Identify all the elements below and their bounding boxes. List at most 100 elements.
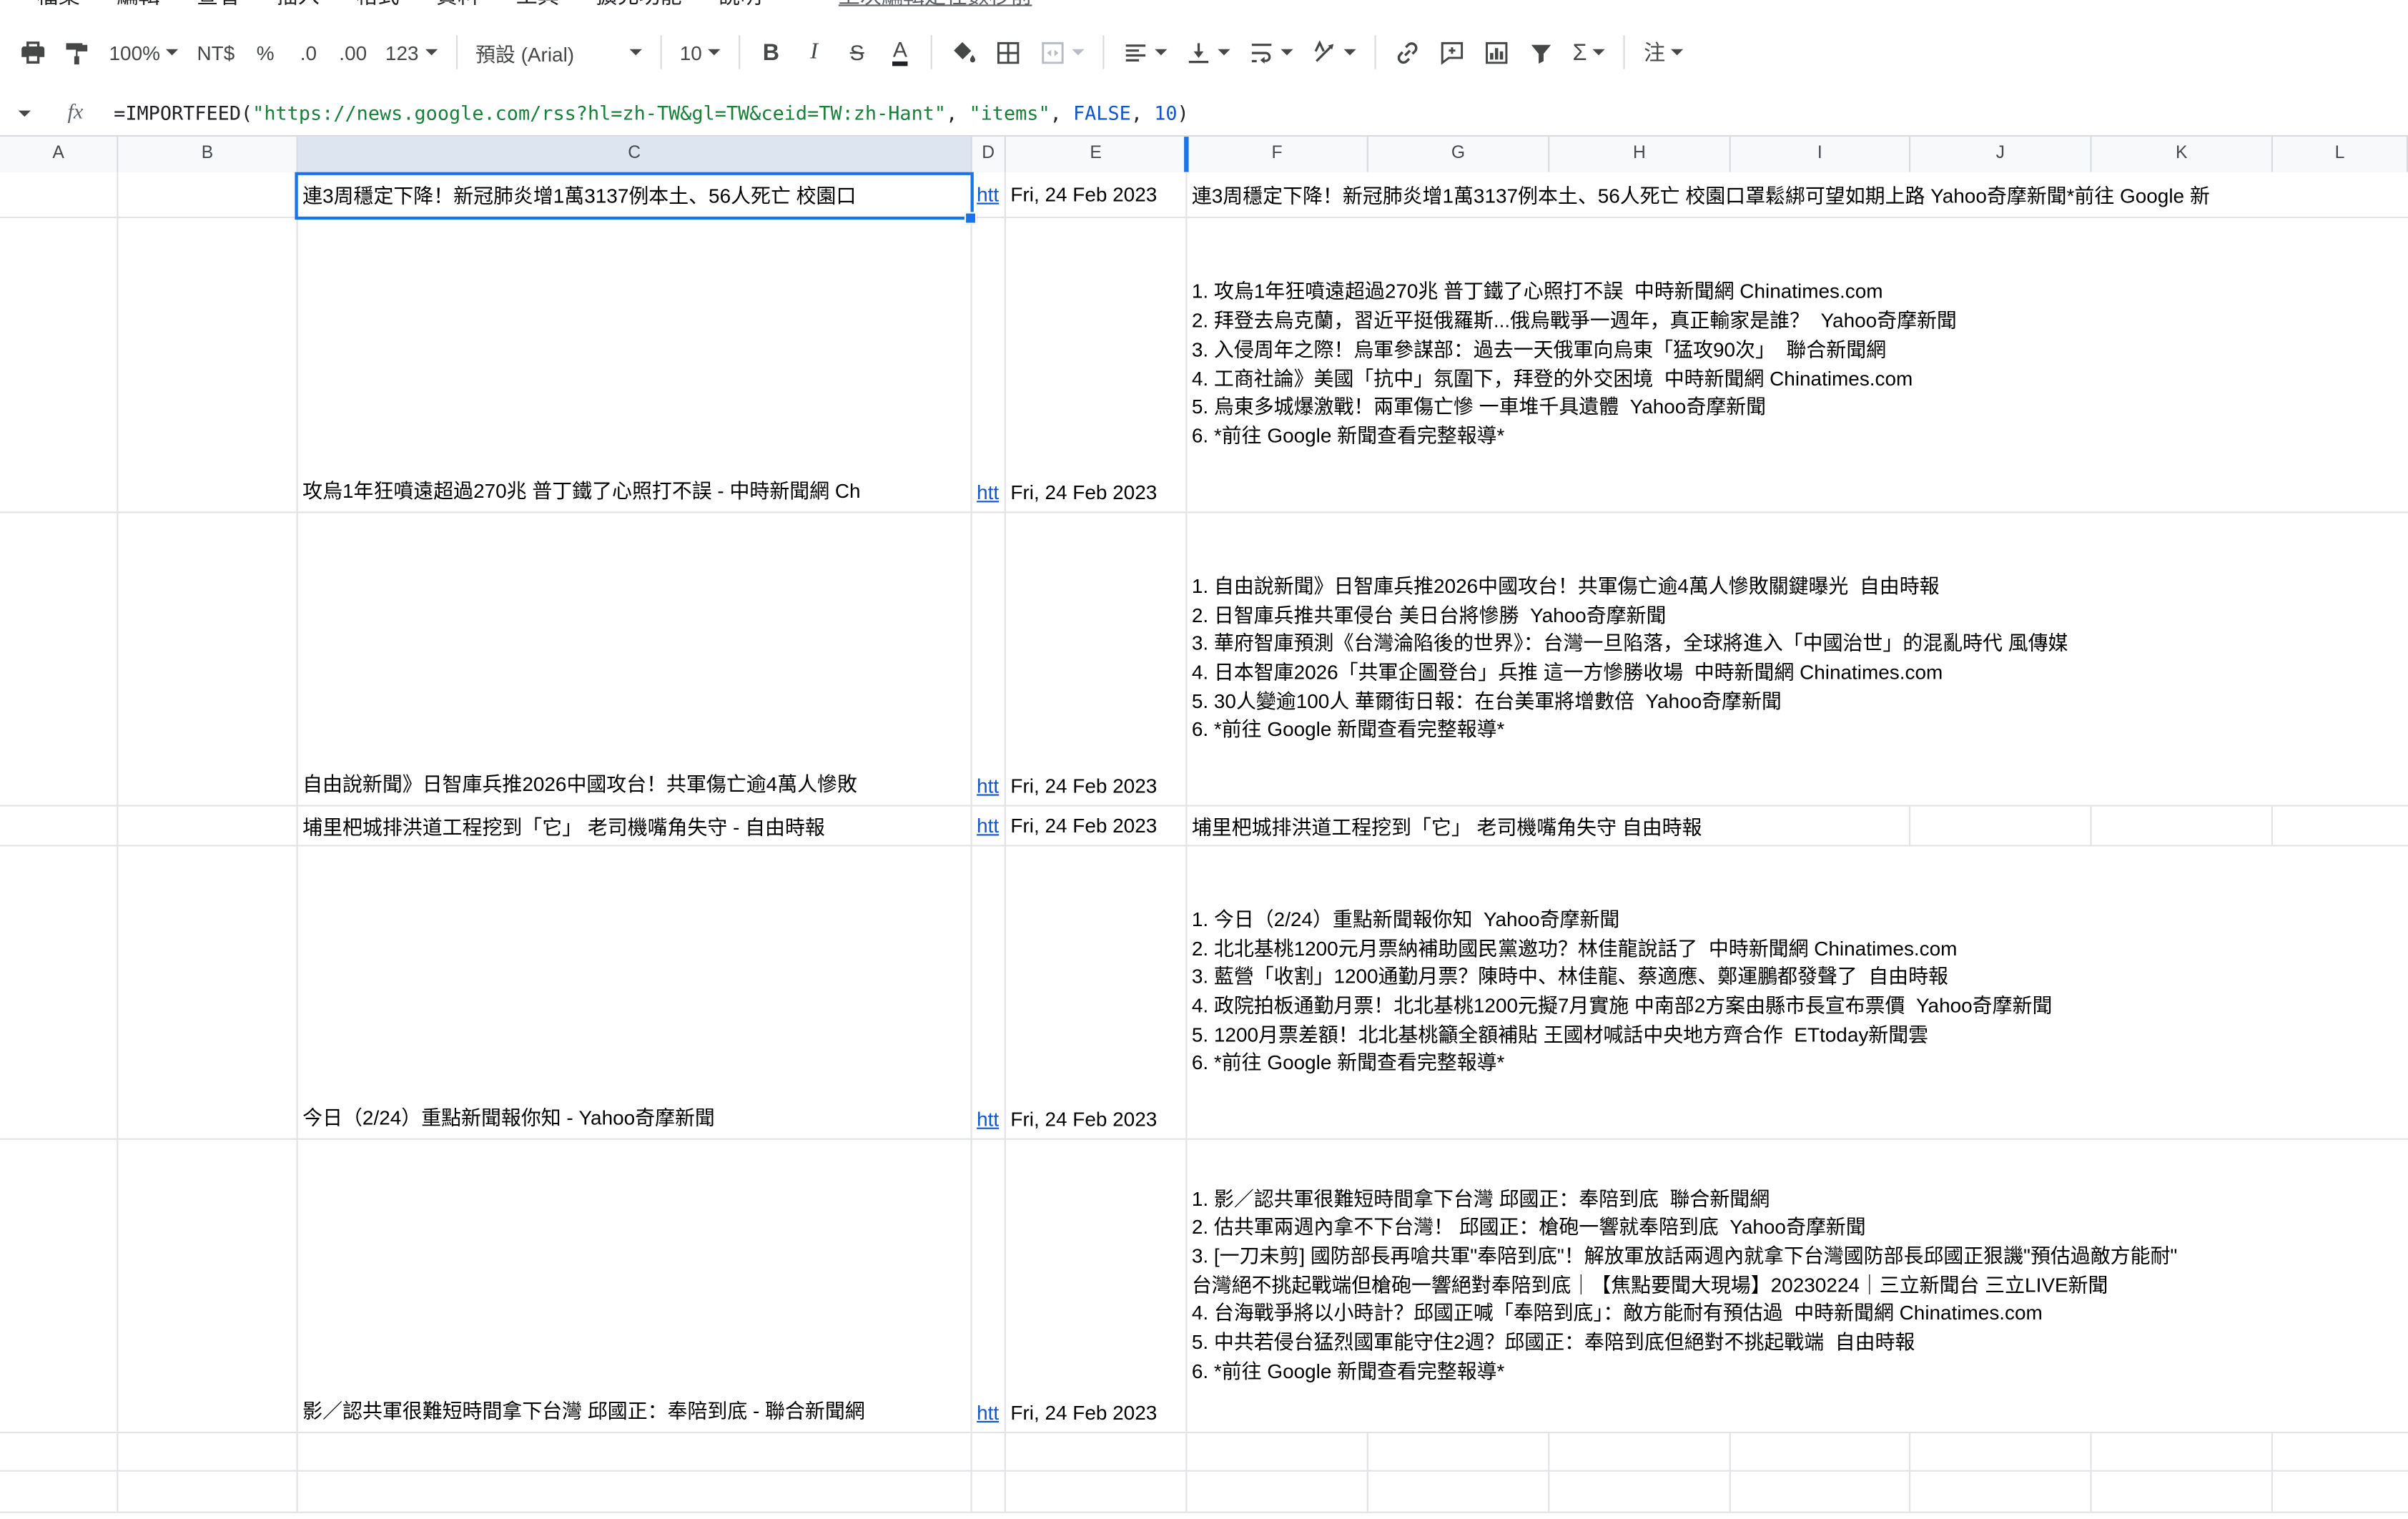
column-header-b[interactable]: B: [118, 137, 297, 172]
column-header-j[interactable]: J: [1910, 137, 2091, 172]
increase-decimals-button[interactable]: .00: [332, 29, 375, 75]
borders-button[interactable]: [987, 29, 1029, 75]
cell-D3[interactable]: htt: [972, 513, 1006, 805]
cell-D4[interactable]: htt: [972, 807, 1006, 845]
cell-B5[interactable]: [118, 847, 297, 1139]
fill-color-button[interactable]: [943, 29, 985, 75]
cell-A4[interactable]: [0, 807, 118, 845]
cell-F8[interactable]: [1187, 1472, 1368, 1512]
insert-chart-button[interactable]: [1476, 29, 1517, 75]
zoom-select[interactable]: 100%: [102, 29, 187, 75]
cell-D7[interactable]: [972, 1433, 1006, 1470]
column-header-d[interactable]: D: [972, 137, 1006, 172]
functions-button[interactable]: Σ: [1565, 29, 1613, 75]
cell-A7[interactable]: [0, 1433, 118, 1470]
text-color-button[interactable]: A: [880, 29, 920, 75]
paint-format-button[interactable]: [56, 29, 98, 75]
vertical-align-button[interactable]: [1178, 29, 1238, 75]
cell-E8[interactable]: [1006, 1472, 1187, 1512]
cell-B8[interactable]: [118, 1472, 297, 1512]
cell-B7[interactable]: [118, 1433, 297, 1470]
cell-C2[interactable]: 攻烏1年狂噴遠超過270兆 普丁鐵了心照打不誤 - 中時新聞網 Ch: [298, 218, 972, 511]
italic-button[interactable]: I: [794, 29, 834, 75]
column-header-k[interactable]: K: [2092, 137, 2273, 172]
decrease-decimals-button[interactable]: .0: [288, 29, 328, 75]
menu-edit[interactable]: 編輯: [117, 0, 159, 12]
column-header-c[interactable]: C: [298, 137, 972, 172]
formula-input[interactable]: =IMPORTFEED("https://news.google.com/rss…: [114, 102, 1189, 124]
menu-data[interactable]: 資料: [436, 0, 479, 12]
cell-A2[interactable]: [0, 218, 118, 511]
cell-F1[interactable]: 連3周穩定下降！新冠肺炎增1萬3137例本土、56人死亡 校園口罩鬆綁可望如期上…: [1187, 172, 2408, 217]
cell-B1[interactable]: [118, 172, 297, 217]
cell-F4[interactable]: 埔里杷城排洪道工程挖到「它」 老司機嘴角失守 自由時報: [1187, 807, 1910, 845]
cell-E6[interactable]: Fri, 24 Feb 2023: [1006, 1140, 1187, 1432]
input-tools-button[interactable]: 注: [1636, 29, 1691, 75]
column-header-g[interactable]: G: [1368, 137, 1549, 172]
cell-C8[interactable]: [298, 1472, 972, 1512]
cell-A8[interactable]: [0, 1472, 118, 1512]
menu-view[interactable]: 查看: [197, 0, 240, 12]
fill-handle[interactable]: [964, 212, 977, 224]
cell-C6[interactable]: 影／認共軍很難短時間拿下台灣 邱國正：奉陪到底 - 聯合新聞網: [298, 1140, 972, 1432]
cell-K4[interactable]: [2092, 807, 2273, 845]
cell-C5[interactable]: 今日（2/24）重點新聞報你知 - Yahoo奇摩新聞: [298, 847, 972, 1139]
cell-F2[interactable]: 1. 攻烏1年狂噴遠超過270兆 普丁鐵了心照打不誤 中時新聞網 Chinati…: [1187, 218, 2408, 511]
horizontal-align-button[interactable]: [1115, 29, 1175, 75]
cell-B3[interactable]: [118, 513, 297, 805]
cell-L7[interactable]: [2273, 1433, 2408, 1470]
cell-L8[interactable]: [2273, 1472, 2408, 1512]
bold-button[interactable]: B: [751, 29, 791, 75]
last-edit-link[interactable]: 上次編輯是在數秒前: [839, 0, 1032, 12]
column-header-h[interactable]: H: [1549, 137, 1730, 172]
name-box[interactable]: [0, 110, 49, 117]
more-formats-button[interactable]: 123: [378, 29, 445, 75]
merge-cells-button[interactable]: [1032, 29, 1092, 75]
menu-help[interactable]: 說明: [719, 0, 761, 12]
cell-J8[interactable]: [1910, 1472, 2091, 1512]
cell-J4[interactable]: [1910, 807, 2091, 845]
cell-I7[interactable]: [1731, 1433, 1910, 1470]
column-header-f[interactable]: F: [1187, 137, 1368, 172]
text-rotation-button[interactable]: [1304, 29, 1364, 75]
cell-F6[interactable]: 1. 影／認共軍很難短時間拿下台灣 邱國正：奉陪到底 聯合新聞網 2. 估共軍兩…: [1187, 1140, 2408, 1432]
cell-E7[interactable]: [1006, 1433, 1187, 1470]
text-wrap-button[interactable]: [1241, 29, 1301, 75]
cell-link[interactable]: htt: [977, 775, 999, 797]
cell-A3[interactable]: [0, 513, 118, 805]
cell-B6[interactable]: [118, 1140, 297, 1432]
create-filter-button[interactable]: [1521, 29, 1562, 75]
print-button[interactable]: [12, 29, 54, 75]
currency-format-button[interactable]: NT$: [189, 29, 242, 75]
menu-tools[interactable]: 工具: [516, 0, 559, 12]
cell-link[interactable]: htt: [977, 814, 999, 837]
cell-C7[interactable]: [298, 1433, 972, 1470]
cell-F3[interactable]: 1. 自由說新聞》日智庫兵推2026中國攻台！共軍傷亡逾4萬人慘敗關鍵曝光 自由…: [1187, 513, 2408, 805]
cell-G8[interactable]: [1368, 1472, 1549, 1512]
cell-F7[interactable]: [1187, 1433, 1368, 1470]
cell-D2[interactable]: htt: [972, 218, 1006, 511]
cell-link[interactable]: htt: [977, 183, 999, 206]
cell-link[interactable]: htt: [977, 481, 999, 503]
cell-D5[interactable]: htt: [972, 847, 1006, 1139]
cell-link[interactable]: htt: [977, 1108, 999, 1131]
cell-E4[interactable]: Fri, 24 Feb 2023: [1006, 807, 1187, 845]
cell-A6[interactable]: [0, 1140, 118, 1432]
cell-I8[interactable]: [1731, 1472, 1910, 1512]
cell-H8[interactable]: [1549, 1472, 1730, 1512]
menu-extensions[interactable]: 擴充功能: [596, 0, 681, 12]
menu-insert[interactable]: 插入: [277, 0, 320, 12]
cell-F5[interactable]: 1. 今日（2/24）重點新聞報你知 Yahoo奇摩新聞 2. 北北基桃1200…: [1187, 847, 2408, 1139]
cell-D8[interactable]: [972, 1472, 1006, 1512]
font-size-select[interactable]: 10: [672, 29, 728, 75]
font-select[interactable]: 預設 (Arial): [468, 29, 648, 75]
cell-D6[interactable]: htt: [972, 1140, 1006, 1432]
cell-A1[interactable]: [0, 172, 118, 217]
cell-C3[interactable]: 自由說新聞》日智庫兵推2026中國攻台！共軍傷亡逾4萬人慘敗: [298, 513, 972, 805]
cell-E5[interactable]: Fri, 24 Feb 2023: [1006, 847, 1187, 1139]
cell-E1[interactable]: Fri, 24 Feb 2023: [1006, 172, 1187, 217]
cell-C4[interactable]: 埔里杷城排洪道工程挖到「它」 老司機嘴角失守 - 自由時報: [298, 807, 972, 845]
cell-E2[interactable]: Fri, 24 Feb 2023: [1006, 218, 1187, 511]
column-header-a[interactable]: A: [0, 137, 118, 172]
strikethrough-button[interactable]: S: [837, 29, 877, 75]
